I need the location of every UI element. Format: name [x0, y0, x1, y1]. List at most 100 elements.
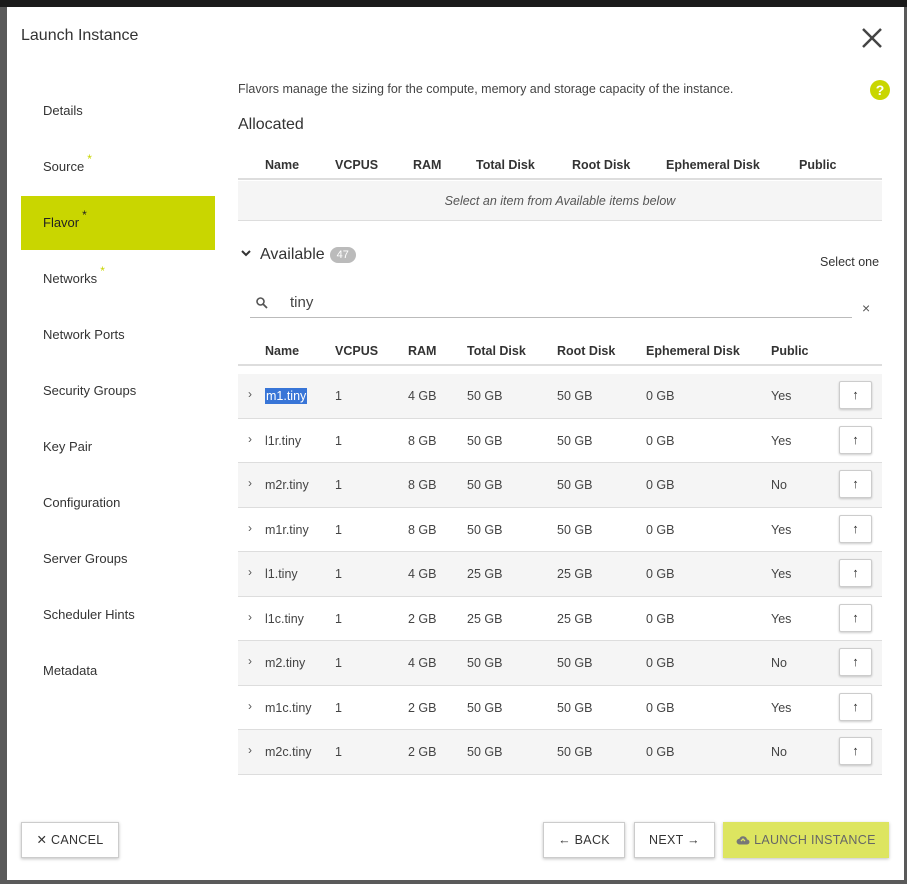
- sidebar-item-networks[interactable]: Networks *: [21, 252, 215, 306]
- cell-ram: 2 GB: [408, 701, 437, 715]
- available-col-name[interactable]: Name: [265, 344, 299, 358]
- arrow-right-icon: →: [687, 833, 700, 847]
- cell-vcpus: 1: [335, 745, 342, 759]
- table-row[interactable]: › l1r.tiny 1 8 GB 50 GB 50 GB 0 GB Yes ↑: [238, 419, 882, 463]
- clear-search-icon[interactable]: ×: [862, 300, 870, 316]
- chevron-right-icon[interactable]: ›: [248, 610, 252, 624]
- available-col-public[interactable]: Public: [771, 344, 809, 358]
- chevron-right-icon[interactable]: ›: [248, 699, 252, 713]
- allocated-empty-message: Select an item from Available items belo…: [238, 181, 882, 221]
- chevron-right-icon[interactable]: ›: [248, 387, 252, 401]
- modal-title: Launch Instance: [21, 27, 139, 44]
- table-row[interactable]: › l1.tiny 1 4 GB 25 GB 25 GB 0 GB Yes ↑: [238, 552, 882, 597]
- allocate-button[interactable]: ↑: [839, 648, 872, 676]
- arrow-up-icon: ↑: [852, 698, 859, 714]
- allocated-col-name[interactable]: Name: [265, 158, 299, 172]
- cell-public: No: [771, 745, 787, 759]
- chevron-right-icon[interactable]: ›: [248, 743, 252, 757]
- close-button[interactable]: [855, 21, 889, 55]
- help-icon[interactable]: ?: [870, 80, 890, 100]
- cell-value: 50 GB: [467, 656, 503, 670]
- flavor-description: Flavors manage the sizing for the comput…: [238, 82, 734, 96]
- cancel-button-label: CANCEL: [51, 833, 104, 847]
- cell-value: l1c.tiny: [265, 611, 304, 626]
- available-col-total-disk[interactable]: Total Disk: [467, 344, 526, 358]
- chevron-right-icon[interactable]: ›: [248, 521, 252, 535]
- allocated-col-public[interactable]: Public: [799, 158, 837, 172]
- chevron-right-icon[interactable]: ›: [248, 476, 252, 490]
- cell-root-disk: 25 GB: [557, 612, 592, 626]
- sidebar-item-source[interactable]: Source *: [21, 140, 215, 194]
- allocated-col-total-disk[interactable]: Total Disk: [476, 158, 535, 172]
- sidebar-item-scheduler-hints[interactable]: Scheduler Hints: [21, 588, 215, 642]
- allocate-button[interactable]: ↑: [839, 603, 872, 632]
- allocate-button[interactable]: ↑: [839, 737, 872, 765]
- arrow-up-icon: ↑: [852, 743, 859, 758]
- cell-vcpus: 1: [335, 389, 342, 403]
- table-row[interactable]: › l1c.tiny 1 2 GB 25 GB 25 GB 0 GB Yes ↑: [238, 597, 882, 641]
- cancel-button[interactable]: ✕ CANCEL: [21, 822, 119, 858]
- cell-ephemeral-disk: 0 GB: [646, 523, 675, 537]
- sidebar-item-configuration[interactable]: Configuration: [21, 476, 215, 530]
- available-title[interactable]: Available: [260, 246, 325, 264]
- next-button[interactable]: NEXT →: [634, 822, 715, 858]
- sidebar-item-key-pair[interactable]: Key Pair: [21, 420, 215, 474]
- available-col-vcpus[interactable]: VCPUS: [335, 344, 378, 358]
- chevron-right-icon[interactable]: ›: [248, 654, 252, 668]
- available-col-ram[interactable]: RAM: [408, 344, 436, 358]
- sidebar-item-security-groups[interactable]: Security Groups: [21, 364, 215, 418]
- table-row[interactable]: › m1c.tiny 1 2 GB 50 GB 50 GB 0 GB Yes ↑: [238, 686, 882, 730]
- available-col-ephemeral-disk[interactable]: Ephemeral Disk: [646, 344, 740, 358]
- cell-root-disk: 50 GB: [557, 523, 592, 537]
- table-row[interactable]: › m1.tiny 1 4 GB 50 GB 50 GB 0 GB Yes ↑: [238, 374, 882, 419]
- cell-vcpus: 1: [335, 523, 342, 537]
- cell-value: 1: [335, 700, 342, 715]
- table-row[interactable]: › m2.tiny 1 4 GB 50 GB 50 GB 0 GB No ↑: [238, 641, 882, 686]
- available-col-root-disk[interactable]: Root Disk: [557, 344, 615, 358]
- cell-public: No: [771, 478, 787, 492]
- cell-value: 1: [335, 611, 342, 626]
- cell-value: 25 GB: [557, 611, 593, 626]
- cell-vcpus: 1: [335, 434, 342, 448]
- cell-ephemeral-disk: 0 GB: [646, 434, 675, 448]
- close-icon: [862, 28, 882, 48]
- table-row[interactable]: › m1r.tiny 1 8 GB 50 GB 50 GB 0 GB Yes ↑: [238, 508, 882, 552]
- sidebar-item-label: Security Groups: [43, 383, 137, 398]
- allocate-button[interactable]: ↑: [839, 470, 872, 498]
- launch-instance-button[interactable]: LAUNCH INSTANCE: [723, 822, 889, 858]
- back-button[interactable]: ← BACK: [543, 822, 625, 858]
- cell-value: Yes: [771, 611, 792, 626]
- allocate-button[interactable]: ↑: [839, 514, 872, 543]
- cell-total-disk: 50 GB: [467, 656, 502, 670]
- chevron-right-icon[interactable]: ›: [248, 565, 252, 579]
- cell-value: 1: [335, 522, 342, 537]
- allocated-col-root-disk[interactable]: Root Disk: [572, 158, 630, 172]
- sidebar-item-flavor[interactable]: Flavor *: [21, 196, 215, 250]
- search-input[interactable]: [290, 290, 830, 314]
- allocated-col-vcpus[interactable]: VCPUS: [335, 158, 378, 172]
- table-row[interactable]: › m2r.tiny 1 8 GB 50 GB 50 GB 0 GB No ↑: [238, 463, 882, 508]
- allocate-button[interactable]: ↑: [839, 425, 872, 454]
- sidebar-item-network-ports[interactable]: Network Ports: [21, 308, 215, 362]
- table-row[interactable]: › m2c.tiny 1 2 GB 50 GB 50 GB 0 GB No ↑: [238, 730, 882, 775]
- cell-value: 50 GB: [557, 656, 593, 670]
- arrow-up-icon: ↑: [852, 520, 859, 536]
- cell-value: 50 GB: [557, 522, 593, 537]
- cell-root-disk: 50 GB: [557, 389, 592, 403]
- chevron-right-icon[interactable]: ›: [248, 432, 252, 446]
- search-icon: [256, 297, 268, 309]
- allocated-col-ephemeral-disk[interactable]: Ephemeral Disk: [666, 158, 760, 172]
- cell-value: 1: [335, 745, 342, 759]
- sidebar-item-details[interactable]: Details: [21, 84, 215, 138]
- cell-value: 25 GB: [467, 567, 503, 581]
- sidebar-item-metadata[interactable]: Metadata: [21, 644, 215, 698]
- allocate-button[interactable]: ↑: [839, 559, 872, 587]
- chevron-down-icon[interactable]: [240, 246, 254, 264]
- cell-value: 8 GB: [408, 478, 437, 492]
- allocate-button[interactable]: ↑: [839, 381, 872, 409]
- sidebar-item-server-groups[interactable]: Server Groups: [21, 532, 215, 586]
- cell-value: 4 GB: [408, 656, 437, 670]
- allocate-button[interactable]: ↑: [839, 692, 872, 721]
- allocated-col-ram[interactable]: RAM: [413, 158, 441, 172]
- cell-value: 0 GB: [646, 389, 675, 403]
